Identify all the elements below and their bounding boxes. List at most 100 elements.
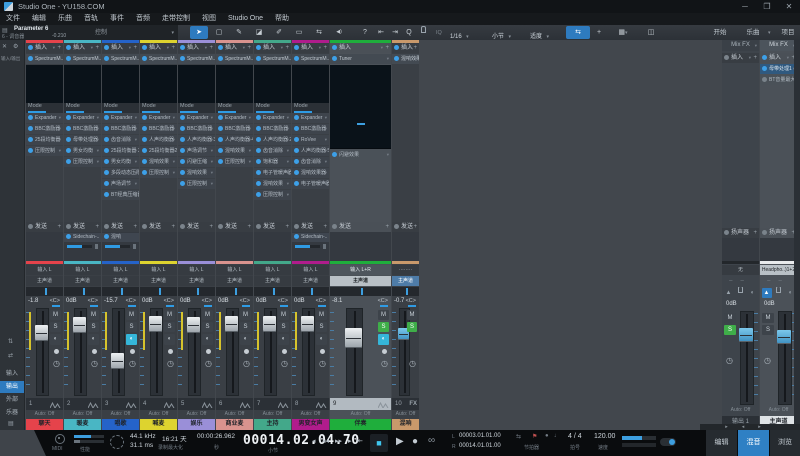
menu-item[interactable]: 视图 [196, 13, 222, 25]
power-icon[interactable] [180, 181, 185, 186]
volume-value[interactable]: -15.7 [104, 298, 118, 304]
power-icon[interactable] [66, 234, 71, 239]
volume-value[interactable]: -1.8 [28, 298, 38, 304]
input-gain-slider[interactable] [67, 312, 69, 350]
metronome-note-icon[interactable]: ♩ [554, 433, 560, 439]
volume-value-row[interactable]: -0.7<C> [392, 297, 419, 307]
output-route[interactable]: 主声道 [140, 276, 177, 286]
chevron-down-icon[interactable]: ▾ [173, 124, 175, 134]
automation-mode-row[interactable]: Auto: Off [140, 410, 177, 419]
power-icon[interactable] [28, 148, 33, 153]
channel-name-strip[interactable]: 商业麦 [216, 419, 253, 430]
chevron-down-icon[interactable]: ▾ [325, 168, 327, 178]
chevron-down-icon[interactable]: ▾ [135, 179, 137, 189]
record-arm-button[interactable] [206, 349, 211, 354]
chevron-down-icon[interactable]: ▾ [59, 135, 61, 145]
pan-mini-slider[interactable] [408, 305, 416, 307]
automation-clock-icon[interactable]: ◷ [167, 360, 174, 368]
click-icon[interactable]: ● [545, 433, 549, 439]
power-icon[interactable] [104, 115, 109, 120]
performance-meter[interactable] [74, 435, 104, 438]
chevron-down-icon[interactable]: ▾ [325, 113, 327, 123]
channel-name-strip[interactable]: 唱歌 [102, 419, 139, 430]
power-icon[interactable] [332, 152, 337, 157]
chevron-down-icon[interactable]: ▾ [287, 157, 289, 167]
analyzer-plugin-slot[interactable]: SpectrumM..▾ [64, 54, 101, 64]
automation-clock-icon[interactable]: ◷ [205, 360, 212, 368]
power-icon[interactable] [294, 126, 299, 131]
mode-row[interactable]: Mode [254, 103, 291, 113]
power-icon[interactable] [28, 115, 33, 120]
channel-name-strip[interactable]: 暖麦 [64, 419, 101, 430]
chevron-down-icon[interactable]: ▾ [787, 53, 789, 63]
insert-slot[interactable]: BBC激励器▾ [102, 124, 139, 134]
pan-mini-slider[interactable] [380, 305, 388, 307]
mono-button[interactable]: ◐ [316, 334, 327, 345]
chevron-down-icon[interactable]: ▾ [387, 150, 389, 160]
mute-button[interactable]: M [407, 310, 417, 320]
iq-label[interactable]: IQ [436, 30, 442, 36]
output-route[interactable]: 主声道 [64, 276, 101, 286]
io-dropdown[interactable]: 输入/输出 [1, 56, 20, 62]
record-arm-button[interactable] [320, 349, 325, 354]
wrench-icon[interactable]: ⚙ [13, 43, 18, 50]
chevron-down-icon[interactable]: ▾ [97, 113, 99, 123]
insert-slot[interactable]: BBC激励器▾ [292, 124, 329, 134]
chevron-down-icon[interactable]: ▾ [211, 157, 213, 167]
input-route[interactable]: 输入 L [178, 265, 215, 275]
power-icon[interactable] [142, 170, 147, 175]
monitor-toggle[interactable] [660, 438, 676, 446]
power-icon[interactable] [294, 137, 299, 142]
power-icon[interactable] [180, 115, 185, 120]
pan-mini-slider[interactable] [280, 305, 288, 307]
add-insert-button[interactable]: + [413, 43, 417, 53]
record-arm-button[interactable] [282, 349, 287, 354]
power-icon[interactable] [332, 56, 337, 61]
add-send-button[interactable]: + [323, 222, 327, 232]
channel-strip[interactable]: 插入▾+SpectrumM..▾ModeExpander▾BBC激励器▾25段均… [26, 40, 63, 430]
analyzer-plugin-slot[interactable]: SpectrumM..▾ [254, 54, 291, 64]
add-send-button[interactable]: + [413, 222, 417, 232]
forward-button[interactable]: ▸ [348, 437, 352, 445]
chevron-down-icon[interactable]: ▾ [325, 179, 327, 189]
chevron-down-icon[interactable]: ▾ [211, 124, 213, 134]
power-icon[interactable] [256, 159, 261, 164]
channel-name-strip[interactable]: 喊麦 [140, 419, 177, 430]
menu-item[interactable]: Studio One [222, 13, 269, 25]
solo-button[interactable]: S [88, 322, 99, 332]
bend-tool-button[interactable]: ⇆ [310, 26, 328, 39]
power-icon[interactable] [256, 192, 261, 197]
input-route[interactable]: 输入 L [64, 265, 101, 275]
power-icon[interactable] [218, 137, 223, 142]
chevron-down-icon[interactable]: ▾ [173, 168, 175, 178]
chevron-down-icon[interactable]: ▾ [171, 30, 174, 36]
analyzer-plugin-slot[interactable]: SpectrumM..▾ [102, 54, 139, 64]
power-icon[interactable] [180, 224, 185, 229]
power-icon[interactable] [294, 234, 299, 239]
mono-button[interactable]: ▲ [724, 288, 734, 298]
add-insert-button[interactable]: + [133, 43, 137, 53]
input-route[interactable]: 输入 L [140, 265, 177, 275]
send-level-slider[interactable] [295, 245, 320, 248]
insert-slot[interactable]: 压限控制▾ [216, 157, 253, 167]
chevron-down-icon[interactable]: ▾ [97, 135, 99, 145]
channel-number-row[interactable]: 8 [292, 398, 329, 410]
insert-slot[interactable]: 压限控制▾ [178, 179, 215, 189]
analyzer-plugin-slot[interactable]: SpectrumM..▾ [292, 54, 329, 64]
chevron-down-icon[interactable]: ▾ [287, 146, 289, 156]
automation-mode-row[interactable]: Auto: Off [760, 406, 797, 415]
power-icon[interactable] [66, 148, 71, 153]
volume-value[interactable]: 0dB [764, 301, 775, 307]
song-page-button[interactable]: 乐曲 [740, 26, 766, 39]
mute-button[interactable]: M [88, 310, 99, 320]
pan-strip[interactable] [392, 287, 419, 296]
automation-clock-icon[interactable]: ◷ [764, 357, 771, 365]
start-page-button[interactable]: 开始 [705, 26, 735, 39]
browse-view-button[interactable]: 浏览 [770, 430, 800, 456]
channel-number-row[interactable]: 10FX [392, 398, 419, 410]
power-icon[interactable] [218, 45, 223, 50]
volume-value-row[interactable]: 0dB<C> [140, 297, 177, 307]
analyzer-plugin-slot[interactable]: Tuner▾ [330, 54, 391, 64]
mode-row[interactable]: Mode [140, 103, 177, 113]
fader-handle[interactable] [149, 316, 162, 332]
